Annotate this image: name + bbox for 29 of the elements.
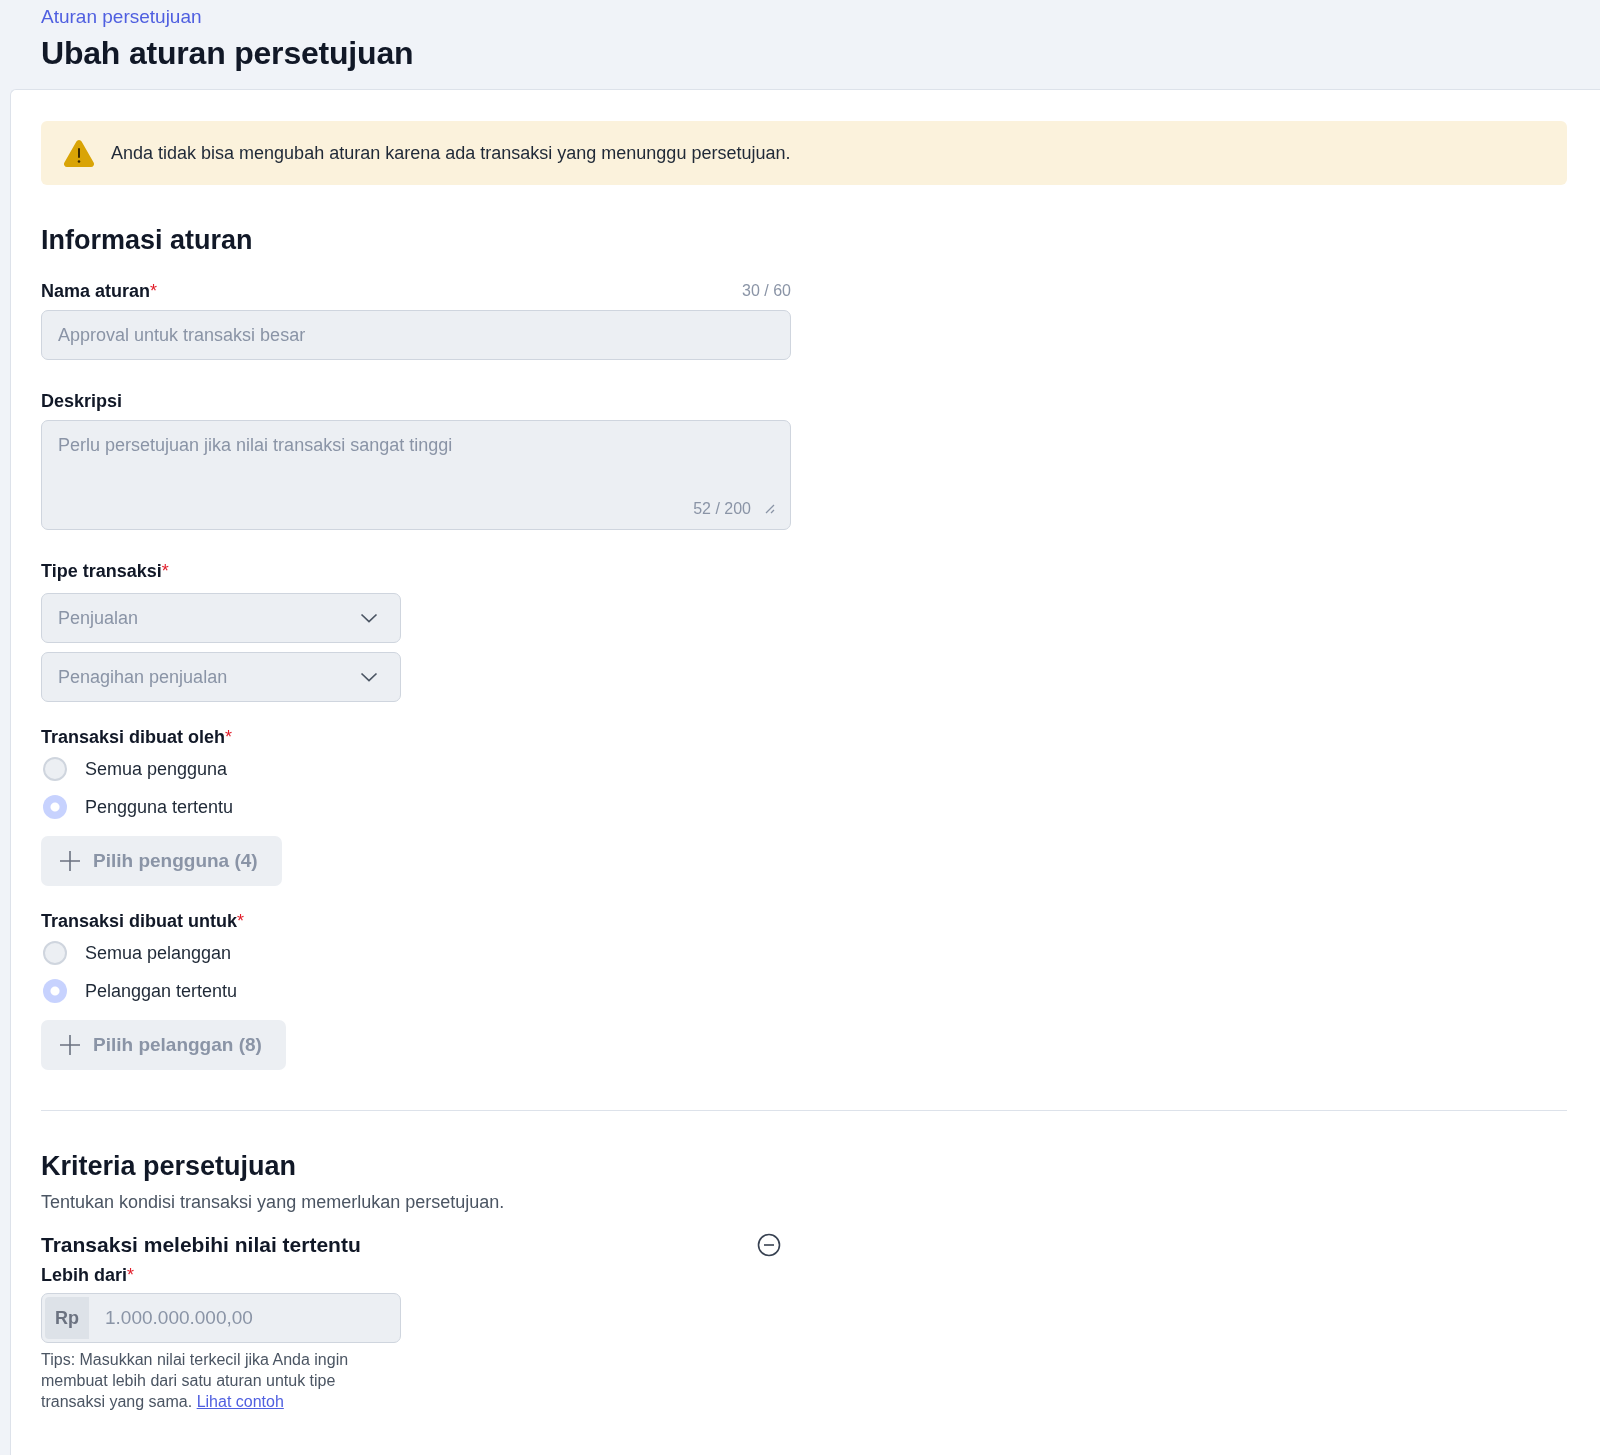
required-mark: *	[225, 726, 233, 748]
field-label: Transaksi dibuat untuk	[41, 910, 238, 932]
field-label: Nama aturan	[41, 280, 151, 302]
required-mark: *	[237, 910, 245, 932]
criteria-title: Transaksi melebihi nilai tertentu	[41, 1233, 361, 1257]
character-counter: 30 / 60	[742, 282, 791, 300]
required-mark: *	[161, 560, 169, 582]
section-description: Tentukan kondisi transaksi yang memerlukan persetujuan.	[41, 1192, 506, 1213]
tip-text: Tips: Masukkan nilai terkecil jika Anda ingin membuat lebih dari satu aturan untuk tipe transaksi yang sama. Lihat contoh	[41, 1350, 350, 1412]
field-label: Lebih dari	[41, 1265, 127, 1286]
plus-icon	[59, 850, 81, 872]
field-label: Deskripsi	[41, 390, 123, 412]
alert-message: Anda tidak bisa mengubah aturan karena ada transaksi yang menunggu persetujuan.	[111, 142, 791, 164]
section-heading: Kriteria persetujuan	[41, 1151, 298, 1182]
character-counter: 52 / 200	[693, 500, 751, 518]
field-label: Tipe transaksi	[41, 560, 162, 582]
plus-icon	[59, 1034, 81, 1056]
required-mark: *	[150, 280, 158, 302]
field-label: Transaksi dibuat oleh	[41, 726, 226, 748]
page-title: Ubah aturan persetujuan	[41, 35, 415, 72]
section-heading: Informasi aturan	[41, 225, 254, 256]
breadcrumb-link[interactable]: Aturan persetujuan	[41, 6, 202, 28]
chevron-down-icon	[360, 613, 378, 623]
required-mark: *	[127, 1265, 135, 1286]
chevron-down-icon	[360, 672, 378, 682]
resize-handle-icon[interactable]	[763, 502, 775, 514]
remove-icon[interactable]	[757, 1233, 781, 1257]
currency-prefix: Rp	[45, 1297, 89, 1339]
warning-icon	[63, 139, 95, 167]
